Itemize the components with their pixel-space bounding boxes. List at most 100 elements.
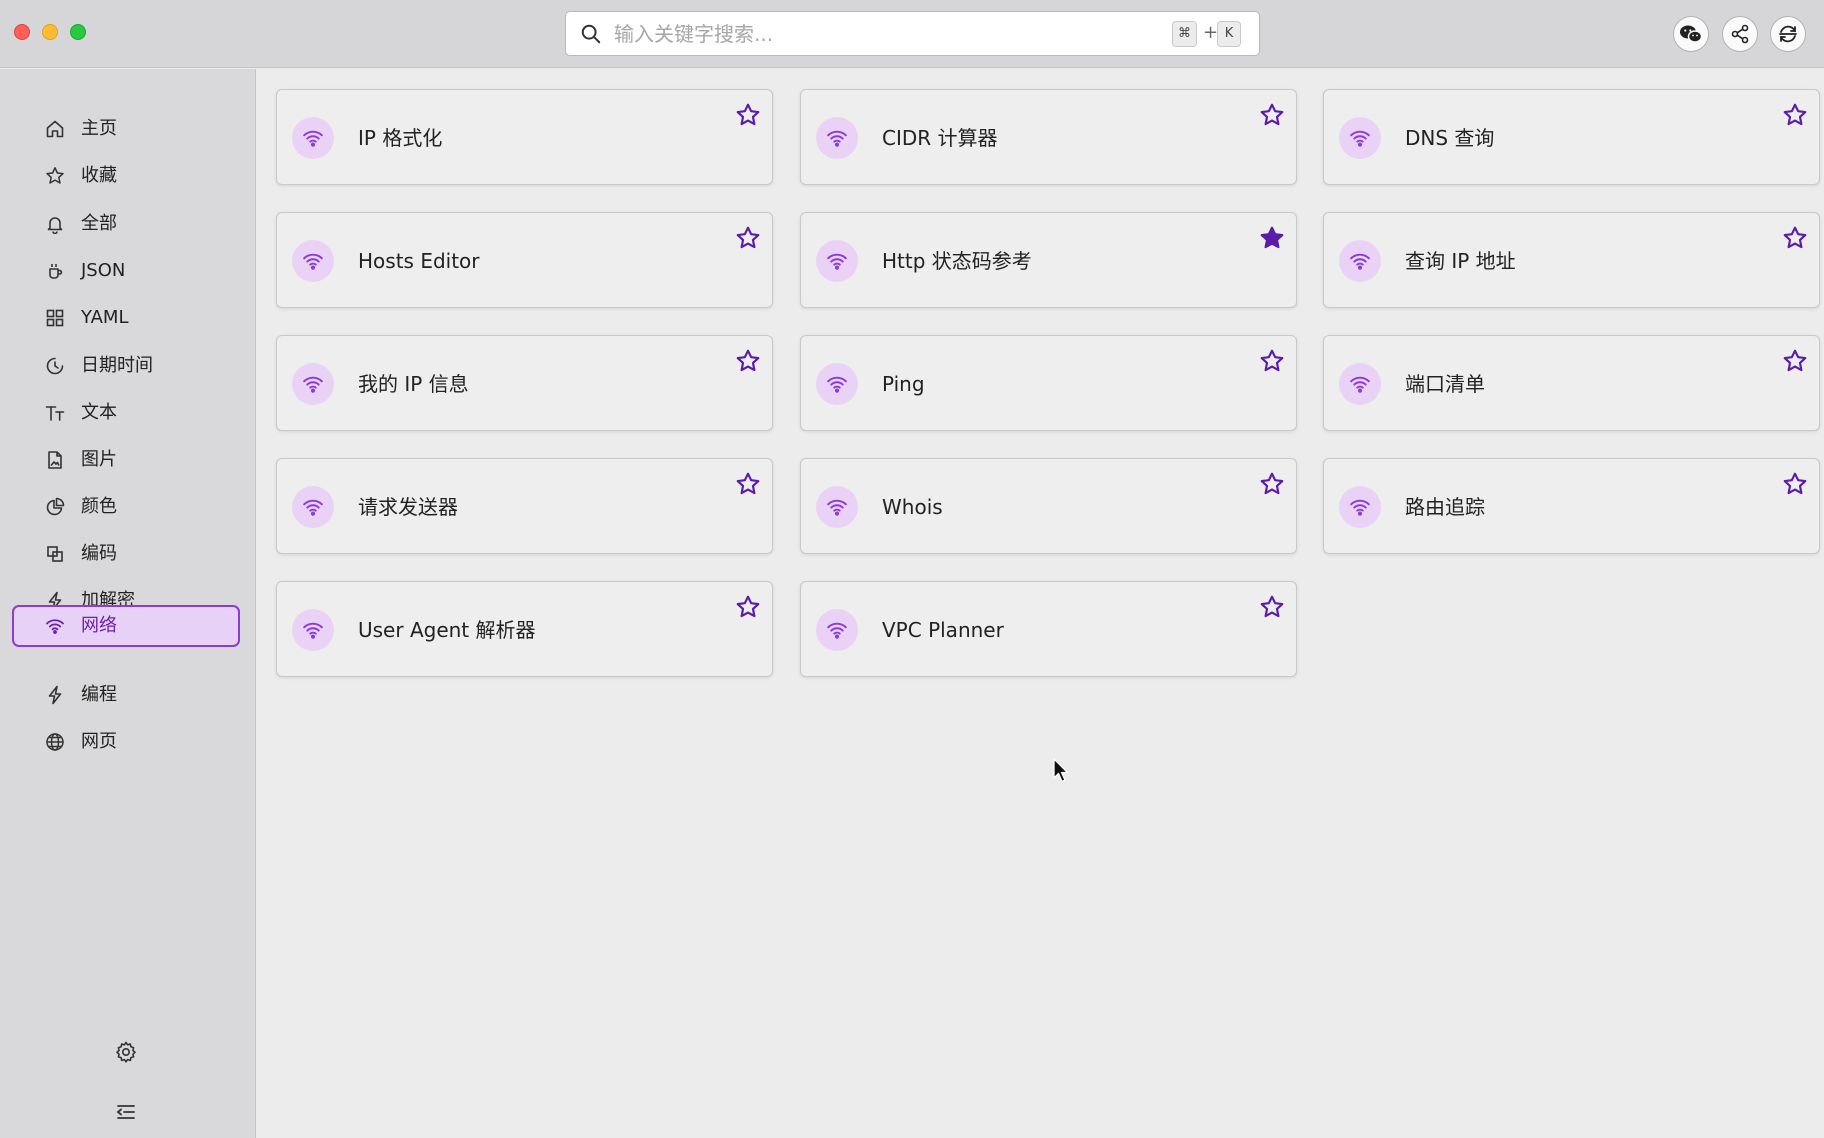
gear-icon[interactable] <box>114 1040 138 1064</box>
sidebar-item-label: 文本 <box>81 402 117 423</box>
tool-card-port-list[interactable]: 端口清单 <box>1323 335 1820 431</box>
pie-icon <box>46 497 65 516</box>
wifi-icon <box>46 619 64 634</box>
tool-card-dns-lookup[interactable]: DNS 查询 <box>1323 89 1820 185</box>
sidebar-item-network[interactable]: 网络 <box>12 605 240 647</box>
wifi-icon <box>303 499 323 516</box>
sidebar-item-yaml[interactable]: YAML <box>12 297 240 339</box>
sidebar-item-all[interactable]: 全部 <box>12 203 240 245</box>
sidebar-item-label: YAML <box>81 307 129 328</box>
star-outline-icon[interactable] <box>1259 471 1285 497</box>
sidebar-item-datetime[interactable]: 日期时间 <box>12 345 240 387</box>
sidebar-item-label: JSON <box>81 260 126 281</box>
minimize-window-button[interactable] <box>42 24 58 40</box>
shortcut-cmd-key: ⌘ <box>1172 21 1197 47</box>
wifi-icon <box>1350 499 1370 516</box>
wechat-button[interactable] <box>1673 16 1709 52</box>
tool-card-user-agent-parser[interactable]: User Agent 解析器 <box>276 581 773 677</box>
sidebar-item-programming[interactable]: 编程 <box>12 674 240 716</box>
tool-title: User Agent 解析器 <box>358 618 536 642</box>
wifi-icon <box>827 499 847 516</box>
search-input[interactable] <box>614 18 1114 50</box>
tool-card-ip-lookup[interactable]: 查询 IP 地址 <box>1323 212 1820 308</box>
sync-button[interactable] <box>1770 16 1806 52</box>
star-outline-icon[interactable] <box>735 348 761 374</box>
star-outline-icon[interactable] <box>735 102 761 128</box>
bolt-icon <box>48 685 62 705</box>
tool-title: Http 状态码参考 <box>882 249 1032 273</box>
tool-avatar <box>816 609 858 651</box>
grid-icon <box>46 309 64 327</box>
tool-card-hosts-editor[interactable]: Hosts Editor <box>276 212 773 308</box>
search-box[interactable]: ⌘ + K <box>565 11 1260 56</box>
tool-avatar <box>292 240 334 282</box>
close-window-button[interactable] <box>14 24 30 40</box>
star-outline-icon[interactable] <box>1782 471 1808 497</box>
tool-title: Ping <box>882 372 925 396</box>
sidebar-item-json[interactable]: JSON <box>12 250 240 292</box>
star-outline-icon[interactable] <box>735 594 761 620</box>
json-icon <box>49 264 63 279</box>
home-icon <box>46 120 64 138</box>
wechat-icon <box>1680 25 1703 43</box>
shortcut-k-key: K <box>1217 21 1241 47</box>
tool-avatar <box>292 609 334 651</box>
sidebar-item-label: 日期时间 <box>81 355 153 376</box>
wifi-icon <box>1350 376 1370 393</box>
sidebar-item-text[interactable]: 文本 <box>12 392 240 434</box>
star-outline-icon[interactable] <box>1782 102 1808 128</box>
star-outline-icon[interactable] <box>1782 225 1808 251</box>
tool-avatar <box>816 363 858 405</box>
tool-card-traceroute[interactable]: 路由追踪 <box>1323 458 1820 554</box>
sidebar-item-label: 网络 <box>81 615 117 636</box>
sidebar-item-label: 编程 <box>81 684 117 705</box>
sidebar: 主页 收藏 全部 JSON YAML 日期时间 文本 图片 颜色 编码 加解密 <box>0 69 256 1138</box>
star-outline-icon[interactable] <box>1259 348 1285 374</box>
sidebar-item-color[interactable]: 颜色 <box>12 486 240 528</box>
sidebar-item-home[interactable]: 主页 <box>12 108 240 150</box>
tool-card-ip-format[interactable]: IP 格式化 <box>276 89 773 185</box>
tool-title: IP 格式化 <box>358 126 443 150</box>
star-outline-icon[interactable] <box>735 471 761 497</box>
tool-card-http-status[interactable]: Http 状态码参考 <box>800 212 1297 308</box>
share-button[interactable] <box>1722 16 1758 52</box>
tool-avatar <box>292 486 334 528</box>
tool-card-vpc-planner[interactable]: VPC Planner <box>800 581 1297 677</box>
clock-icon <box>46 357 64 375</box>
sidebar-item-label: 收藏 <box>81 165 117 186</box>
star-outline-icon[interactable] <box>1259 102 1285 128</box>
tool-card-whois[interactable]: Whois <box>800 458 1297 554</box>
wifi-icon <box>827 376 847 393</box>
tool-title: DNS 查询 <box>1405 126 1495 150</box>
star-outline-icon[interactable] <box>735 225 761 251</box>
wifi-icon <box>303 130 323 147</box>
tool-card-cidr-calculator[interactable]: CIDR 计算器 <box>800 89 1297 185</box>
tool-card-ping[interactable]: Ping <box>800 335 1297 431</box>
tool-avatar <box>292 117 334 159</box>
tool-title: 端口清单 <box>1405 372 1485 396</box>
star-filled-icon[interactable] <box>1259 225 1285 251</box>
collapse-menu-icon[interactable] <box>114 1100 138 1124</box>
wifi-icon <box>827 253 847 270</box>
tool-avatar <box>1339 240 1381 282</box>
wifi-icon <box>303 376 323 393</box>
star-outline-icon[interactable] <box>1259 594 1285 620</box>
tool-card-request-sender[interactable]: 请求发送器 <box>276 458 773 554</box>
share-icon <box>1731 24 1749 44</box>
wifi-icon <box>827 622 847 639</box>
sidebar-item-label: 全部 <box>81 213 117 234</box>
tool-avatar <box>816 486 858 528</box>
sidebar-item-web[interactable]: 网页 <box>12 721 240 763</box>
sidebar-item-image[interactable]: 图片 <box>12 439 240 481</box>
wifi-icon <box>1350 130 1370 147</box>
tool-title: 查询 IP 地址 <box>1405 249 1516 273</box>
star-outline-icon[interactable] <box>1782 348 1808 374</box>
tool-avatar <box>1339 363 1381 405</box>
sidebar-item-favorites[interactable]: 收藏 <box>12 155 240 197</box>
copy-icon <box>47 546 63 562</box>
sidebar-item-encoding[interactable]: 编码 <box>12 533 240 575</box>
tool-title: 路由追踪 <box>1405 495 1485 519</box>
zoom-window-button[interactable] <box>70 24 86 40</box>
tool-card-my-ip[interactable]: 我的 IP 信息 <box>276 335 773 431</box>
shortcut-plus: + <box>1203 22 1219 43</box>
